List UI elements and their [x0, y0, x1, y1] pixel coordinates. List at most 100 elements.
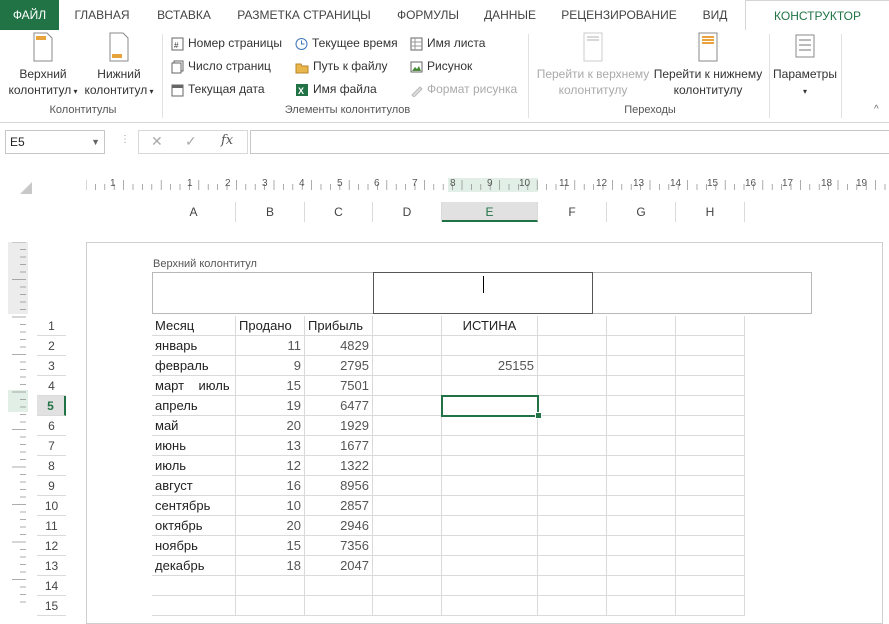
cell[interactable] — [538, 356, 607, 376]
table-data-cell[interactable]: март июль — [152, 376, 236, 396]
table-data-cell[interactable]: 12 — [236, 456, 305, 476]
cell[interactable] — [676, 416, 745, 436]
cell[interactable] — [373, 596, 442, 616]
cell[interactable] — [676, 496, 745, 516]
goto-header-button[interactable]: Перейти к верхнему колонтитулу — [535, 32, 651, 98]
cell[interactable] — [538, 316, 607, 336]
resize-handle-icon[interactable]: ⋮ — [120, 134, 130, 145]
row-header[interactable]: 7 — [37, 436, 66, 456]
collapse-ribbon-icon[interactable]: ^ — [874, 104, 879, 115]
row-header[interactable]: 9 — [37, 476, 66, 496]
cell[interactable] — [538, 416, 607, 436]
cell[interactable] — [676, 336, 745, 356]
cell[interactable] — [442, 376, 538, 396]
insert-function-icon[interactable]: fx — [221, 133, 233, 148]
cell[interactable] — [676, 576, 745, 596]
cell[interactable] — [442, 556, 538, 576]
row-header[interactable]: 3 — [37, 356, 66, 376]
cell[interactable] — [676, 536, 745, 556]
table-header-cell[interactable]: Продано — [236, 316, 305, 336]
cell[interactable] — [607, 476, 676, 496]
cell[interactable] — [538, 396, 607, 416]
table-header-cell[interactable]: Месяц — [152, 316, 236, 336]
column-header-g[interactable]: G — [607, 202, 676, 222]
row-header[interactable]: 13 — [37, 556, 66, 576]
cell[interactable] — [538, 576, 607, 596]
cell[interactable] — [373, 416, 442, 436]
tab-page-layout[interactable]: РАЗМЕТКА СТРАНИЦЫ — [229, 0, 379, 30]
table-data-cell[interactable]: 20 — [236, 516, 305, 536]
table-data-cell[interactable]: июнь — [152, 436, 236, 456]
cell[interactable] — [607, 596, 676, 616]
cell[interactable] — [538, 496, 607, 516]
table-data-cell[interactable]: 13 — [236, 436, 305, 456]
page-number-button[interactable]: # Номер страницы — [171, 33, 282, 53]
tab-file[interactable]: ФАЙЛ — [0, 0, 59, 30]
table-data-cell[interactable]: 1677 — [305, 436, 373, 456]
table-data-cell[interactable]: апрель — [152, 396, 236, 416]
column-header-e[interactable]: E — [442, 202, 538, 222]
row-header[interactable]: 6 — [37, 416, 66, 436]
tab-home[interactable]: ГЛАВНАЯ — [66, 0, 138, 30]
row-header-selected[interactable]: 5 — [37, 396, 66, 416]
cell[interactable] — [676, 316, 745, 336]
table-data-cell[interactable]: ноябрь — [152, 536, 236, 556]
table-data-cell[interactable]: июль — [152, 456, 236, 476]
cell[interactable] — [676, 376, 745, 396]
current-date-button[interactable]: Текущая дата — [171, 79, 265, 99]
tab-constructor[interactable]: КОНСТРУКТОР — [745, 0, 889, 32]
row-header[interactable]: 15 — [37, 596, 66, 616]
cell[interactable] — [676, 356, 745, 376]
cancel-icon[interactable]: ✕ — [151, 133, 163, 150]
cell[interactable] — [442, 496, 538, 516]
table-data-cell[interactable]: 2946 — [305, 516, 373, 536]
column-header-c[interactable]: C — [305, 202, 373, 222]
cell[interactable] — [607, 456, 676, 476]
row-header[interactable]: 8 — [37, 456, 66, 476]
cell[interactable] — [373, 516, 442, 536]
params-button[interactable]: Параметры ▾ — [772, 32, 838, 100]
cell[interactable] — [152, 596, 236, 616]
tab-insert[interactable]: ВСТАВКА — [150, 0, 218, 30]
cell[interactable] — [607, 336, 676, 356]
row-header[interactable]: 1 — [37, 316, 66, 336]
table-data-cell[interactable]: 19 — [236, 396, 305, 416]
table-data-cell[interactable]: 2857 — [305, 496, 373, 516]
cell[interactable] — [676, 396, 745, 416]
column-header-b[interactable]: B — [236, 202, 305, 222]
cell[interactable] — [373, 356, 442, 376]
file-name-button[interactable]: X Имя файла — [295, 79, 377, 99]
goto-footer-button[interactable]: Перейти к нижнему колонтитулу — [650, 32, 766, 98]
table-data-cell[interactable]: 1929 — [305, 416, 373, 436]
cell[interactable] — [607, 416, 676, 436]
name-box[interactable]: E5 ▼ — [5, 130, 105, 154]
cell[interactable] — [373, 316, 442, 336]
cell[interactable] — [442, 476, 538, 496]
page-count-button[interactable]: Число страниц — [171, 56, 271, 76]
cell[interactable] — [152, 576, 236, 596]
table-data-cell[interactable]: 18 — [236, 556, 305, 576]
cell[interactable] — [373, 376, 442, 396]
table-data-cell[interactable]: 20 — [236, 416, 305, 436]
cell[interactable] — [373, 556, 442, 576]
table-data-cell[interactable]: 11 — [236, 336, 305, 356]
cell[interactable] — [442, 436, 538, 456]
table-data-cell[interactable]: декабрь — [152, 556, 236, 576]
cell[interactable] — [442, 536, 538, 556]
cell[interactable] — [373, 496, 442, 516]
table-data-cell[interactable]: 1322 — [305, 456, 373, 476]
cell[interactable] — [373, 576, 442, 596]
sheet-name-button[interactable]: Имя листа — [410, 33, 485, 53]
cell[interactable] — [538, 376, 607, 396]
table-data-cell[interactable]: сентябрь — [152, 496, 236, 516]
column-header-h[interactable]: H — [676, 202, 745, 222]
row-header[interactable]: 14 — [37, 576, 66, 596]
table-data-cell[interactable]: 9 — [236, 356, 305, 376]
row-header[interactable]: 11 — [37, 516, 66, 536]
cell[interactable] — [607, 496, 676, 516]
select-all-corner[interactable] — [20, 182, 32, 194]
cell[interactable] — [442, 576, 538, 596]
cell[interactable] — [538, 456, 607, 476]
table-data-cell[interactable]: 7501 — [305, 376, 373, 396]
cell[interactable] — [305, 576, 373, 596]
